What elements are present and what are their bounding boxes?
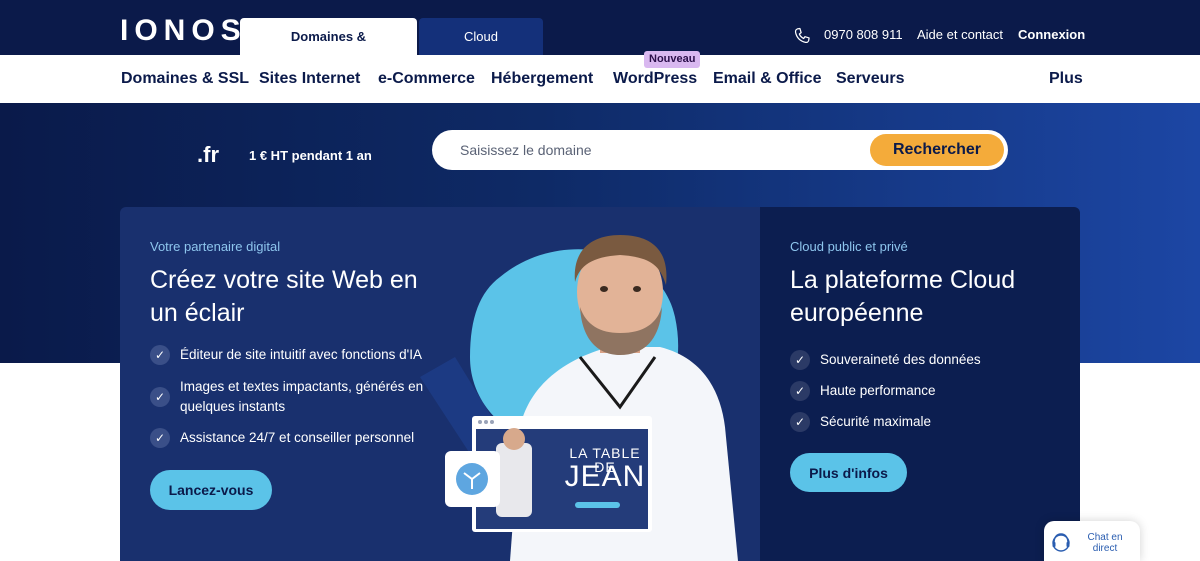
phone-number[interactable]: 0970 808 911 <box>824 26 903 44</box>
phone-icon <box>794 27 810 44</box>
left-feature-2-text: Images et textes impactants, générés en … <box>180 379 424 414</box>
headset-icon <box>1052 533 1070 552</box>
right-feature-2: ✓ Haute performance <box>790 381 1050 401</box>
nav-item-serveurs[interactable]: Serveurs <box>836 69 905 89</box>
right-card-title: La plateforme Cloud européenne <box>790 266 1016 327</box>
nav-item-wordpress[interactable]: WordPress <box>613 69 697 89</box>
check-icon: ✓ <box>790 381 810 401</box>
check-icon: ✓ <box>150 345 170 365</box>
check-icon: ✓ <box>790 412 810 432</box>
right-feature-3: ✓ Sécurité maximale <box>790 412 1050 432</box>
chef-illustration <box>420 235 738 561</box>
more-info-button[interactable]: Plus d'infos <box>790 453 907 492</box>
search-button[interactable]: Rechercher <box>870 134 1004 166</box>
nav-item-domaines-ssl[interactable]: Domaines & SSL <box>121 69 249 89</box>
left-feature-1: ✓ Éditeur de site intuitif avec fonction… <box>150 345 450 365</box>
nav-item-sites-internet[interactable]: Sites Internet <box>259 69 360 89</box>
new-badge: Nouveau <box>644 51 701 68</box>
right-feature-1-text: Souveraineté des données <box>820 352 981 367</box>
website-builder-card: Votre partenaire digital Créez votre sit… <box>120 207 760 561</box>
login-link[interactable]: Connexion <box>1018 26 1085 44</box>
preview-title-line2: JEAN <box>564 460 646 493</box>
left-card-eyebrow: Votre partenaire digital <box>150 239 281 254</box>
left-card-title: Créez votre site Web en un éclair <box>150 266 418 327</box>
help-contact-link[interactable]: Aide et contact <box>917 26 1003 44</box>
check-icon: ✓ <box>790 350 810 370</box>
ionos-logo[interactable]: IONOS <box>120 14 247 48</box>
left-feature-3: ✓ Assistance 24/7 et conseiller personne… <box>150 428 450 448</box>
tld-offer-text: 1 € HT pendant 1 an <box>249 148 372 163</box>
start-now-button[interactable]: Lancez-vous <box>150 470 272 510</box>
right-feature-2-text: Haute performance <box>820 383 936 398</box>
nav-item-ecommerce[interactable]: e-Commerce <box>378 69 475 89</box>
top-bar: IONOS Domaines & Hébergement Cloud compu… <box>0 0 1200 82</box>
right-card-eyebrow: Cloud public et privé <box>790 239 908 254</box>
tab-domaines-hebergement[interactable]: Domaines & Hébergement <box>240 18 417 82</box>
nav-item-plus[interactable]: Plus <box>1049 69 1083 89</box>
tab-cloud-computing[interactable]: Cloud computing <box>419 18 543 82</box>
right-feature-1: ✓ Souveraineté des données <box>790 350 1050 370</box>
check-icon: ✓ <box>150 428 170 448</box>
nav-item-hebergement[interactable]: Hébergement <box>491 69 593 89</box>
left-feature-1-text: Éditeur de site intuitif avec fonctions … <box>180 347 422 362</box>
check-icon: ✓ <box>150 387 170 407</box>
main-nav: Domaines & SSL Sites Internet e-Commerce… <box>0 55 1200 103</box>
left-feature-2: ✓ Images et textes impactants, générés e… <box>150 377 440 417</box>
chat-label: Chat en direct <box>1087 532 1123 554</box>
left-feature-3-text: Assistance 24/7 et conseiller personnel <box>180 430 415 445</box>
right-feature-3-text: Sécurité maximale <box>820 414 932 429</box>
cloud-platform-card: Cloud public et privé La plateforme Clou… <box>760 207 1080 561</box>
chat-widget[interactable]: Chat en direct <box>1044 521 1140 561</box>
tld-label: .fr <box>197 142 219 167</box>
nav-item-email-office[interactable]: Email & Office <box>713 69 821 89</box>
domain-search-input[interactable] <box>460 140 860 160</box>
